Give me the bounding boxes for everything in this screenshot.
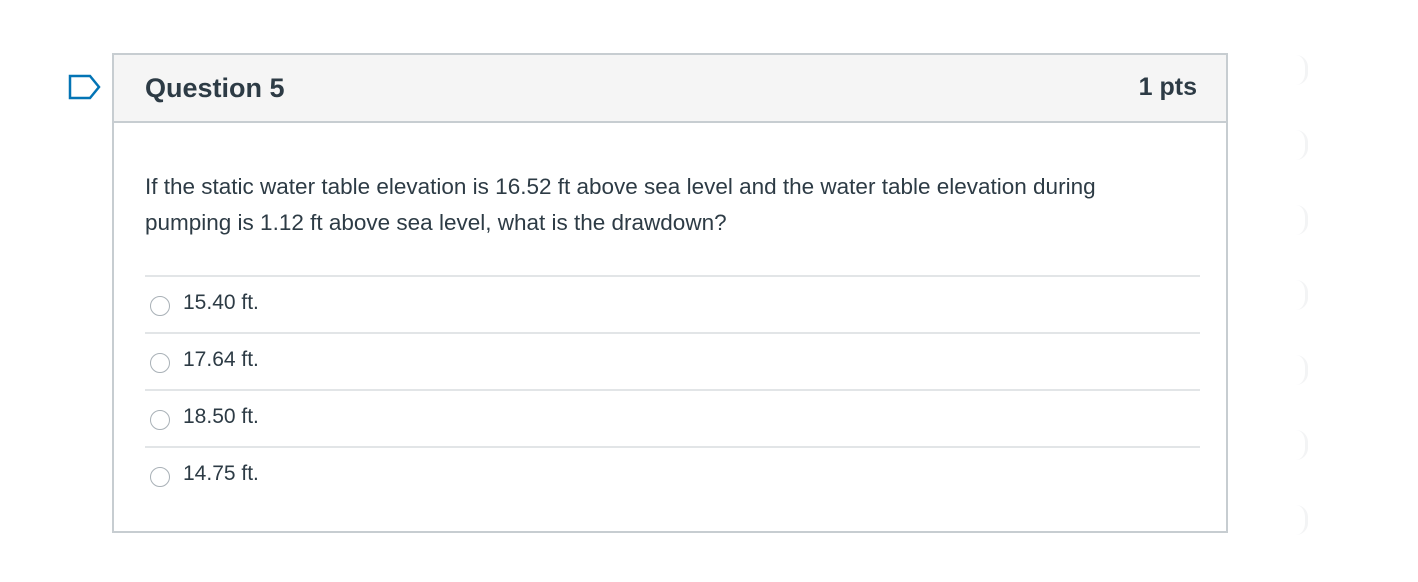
question-card: Question 5 1 pts If the static water tab…	[112, 53, 1228, 533]
answer-label: 18.50 ft.	[183, 405, 259, 428]
answer-option[interactable]: 18.50 ft.	[145, 389, 1200, 446]
answer-option[interactable]: 17.64 ft.	[145, 332, 1200, 389]
question-points: 1 pts	[1138, 73, 1197, 101]
answer-radio[interactable]	[150, 353, 170, 373]
rail-mark	[1296, 280, 1308, 310]
answer-radio[interactable]	[150, 467, 170, 487]
rail-mark	[1296, 130, 1308, 160]
answer-list: 15.40 ft. 17.64 ft. 18.50 ft. 14.75 ft.	[145, 275, 1200, 503]
answer-radio[interactable]	[150, 296, 170, 316]
answer-label: 14.75 ft.	[183, 462, 259, 485]
answer-label: 17.64 ft.	[183, 348, 259, 371]
answer-option[interactable]: 15.40 ft.	[145, 275, 1200, 332]
rail-mark	[1296, 205, 1308, 235]
question-nav-rail	[1296, 0, 1316, 582]
question-text: If the static water table elevation is 1…	[145, 174, 1096, 235]
answer-option[interactable]: 14.75 ft.	[145, 446, 1200, 503]
question-title: Question 5	[145, 73, 285, 103]
rail-mark	[1296, 430, 1308, 460]
rail-mark	[1296, 355, 1308, 385]
rail-mark	[1296, 505, 1308, 535]
answer-label: 15.40 ft.	[183, 291, 259, 314]
quiz-page: Question 5 1 pts If the static water tab…	[0, 0, 1418, 582]
question-header: Question 5 1 pts	[114, 55, 1226, 123]
flag-question-icon[interactable]	[68, 74, 102, 100]
rail-mark	[1296, 55, 1308, 85]
answer-radio[interactable]	[150, 410, 170, 430]
